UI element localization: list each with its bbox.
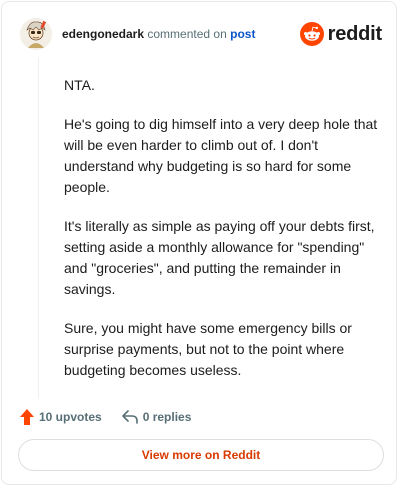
post-link[interactable]: post bbox=[230, 27, 255, 41]
username-link[interactable]: edengonedark bbox=[62, 27, 144, 41]
comment-paragraph: It's literally as simple as paying off y… bbox=[64, 218, 375, 297]
reddit-brand[interactable]: reddit bbox=[299, 21, 383, 47]
comment-byline: edengonedark commented on post bbox=[62, 27, 255, 41]
comment-embed-card: edengonedark commented on post reddit NT… bbox=[1, 1, 397, 485]
view-more-button[interactable]: View more on Reddit bbox=[18, 439, 384, 471]
comment-paragraph: Sure, you might have some emergency bill… bbox=[64, 320, 352, 378]
replies-button[interactable]: 0 replies bbox=[121, 410, 192, 424]
comment-header: edengonedark commented on post reddit bbox=[20, 18, 382, 52]
comment-actions: 10 upvotes 0 replies bbox=[20, 405, 211, 429]
upvote-arrow-icon bbox=[20, 409, 34, 425]
brand-wordmark: reddit bbox=[327, 22, 383, 45]
reddit-logo-icon bbox=[299, 22, 324, 46]
comment-paragraph: NTA. bbox=[64, 77, 95, 93]
upvote-button[interactable]: 10 upvotes bbox=[20, 409, 102, 425]
upvote-count: 10 upvotes bbox=[39, 410, 102, 424]
byline-verb: commented on bbox=[147, 27, 227, 41]
comment-body: NTA. He's going to dig himself into a ve… bbox=[38, 57, 378, 399]
reply-count: 0 replies bbox=[142, 410, 192, 424]
comment-paragraph: He's going to dig himself into a very de… bbox=[64, 116, 378, 195]
reply-arrow-icon bbox=[121, 410, 138, 424]
avatar[interactable] bbox=[20, 18, 52, 50]
